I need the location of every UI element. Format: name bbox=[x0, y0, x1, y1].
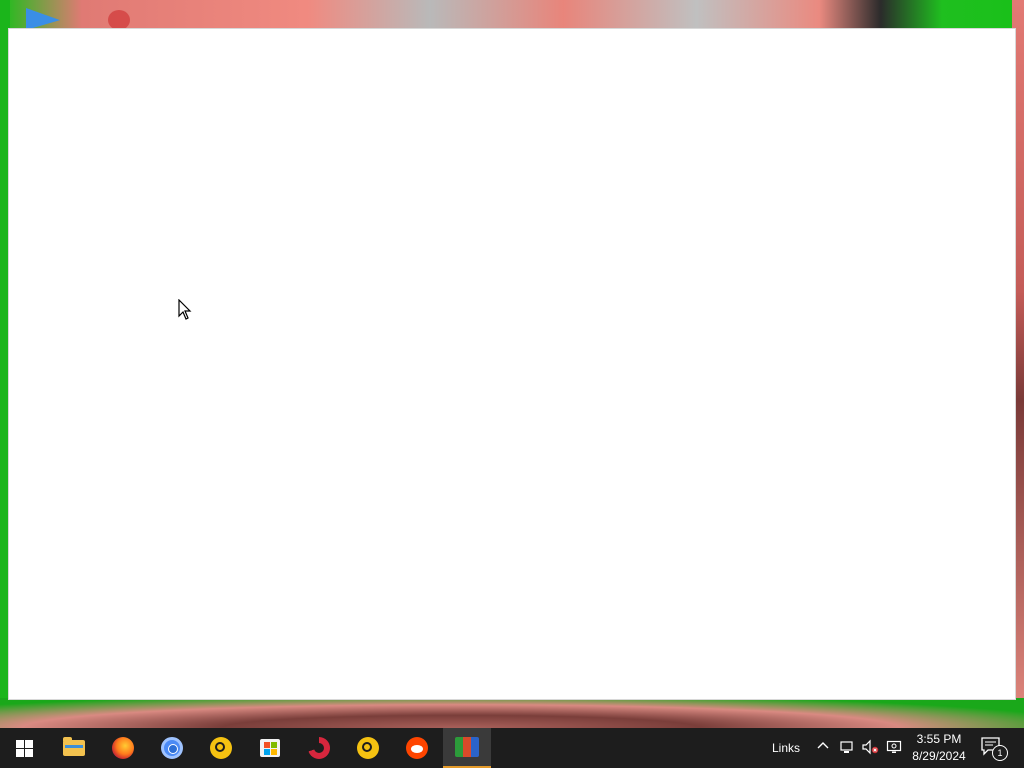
reddit-icon bbox=[406, 737, 428, 759]
windows-start-icon bbox=[15, 739, 33, 757]
system-clock[interactable]: 3:55 PM 8/29/2024 bbox=[908, 731, 970, 765]
app-yellow-2-icon bbox=[357, 737, 379, 759]
active-app-icon bbox=[455, 737, 479, 757]
app-yellow-icon bbox=[210, 737, 232, 759]
taskbar-firefox[interactable] bbox=[99, 728, 147, 768]
action-center-button[interactable]: 1 bbox=[980, 736, 1008, 761]
firefox-icon bbox=[112, 737, 134, 759]
taskbar-microsoft-store[interactable] bbox=[246, 728, 294, 768]
desktop-shortcut-2-icon[interactable] bbox=[108, 10, 130, 30]
wallpaper-top-band bbox=[0, 0, 1024, 30]
show-hidden-icons-chevron-icon[interactable] bbox=[814, 739, 832, 757]
blank-app-window[interactable] bbox=[8, 28, 1016, 700]
chrome-icon bbox=[161, 737, 183, 759]
taskbar-app-yellow-2[interactable] bbox=[344, 728, 392, 768]
ccleaner-icon bbox=[308, 737, 330, 759]
links-toolbar[interactable]: Links bbox=[772, 728, 800, 768]
network-icon[interactable] bbox=[838, 739, 856, 757]
taskbar-file-explorer[interactable] bbox=[50, 728, 98, 768]
microsoft-store-icon bbox=[260, 739, 280, 757]
taskbar-app-yellow[interactable] bbox=[197, 728, 245, 768]
taskbar-reddit[interactable] bbox=[393, 728, 441, 768]
volume-muted-icon[interactable] bbox=[861, 739, 879, 757]
taskbar-ccleaner[interactable] bbox=[295, 728, 343, 768]
start-button[interactable] bbox=[0, 728, 48, 768]
clock-date: 8/29/2024 bbox=[912, 749, 966, 763]
taskbar: Links 3:55 PM 8/29/2024 1 bbox=[0, 728, 1024, 768]
notification-count-badge: 1 bbox=[992, 745, 1008, 761]
mouse-cursor-icon bbox=[178, 299, 192, 320]
taskbar-chrome[interactable] bbox=[148, 728, 196, 768]
wallpaper-bottom-band bbox=[0, 698, 1024, 728]
taskbar-active-app[interactable] bbox=[443, 728, 491, 768]
display-settings-icon[interactable] bbox=[885, 739, 903, 757]
file-explorer-icon bbox=[63, 737, 85, 756]
clock-time: 3:55 PM bbox=[916, 732, 962, 746]
